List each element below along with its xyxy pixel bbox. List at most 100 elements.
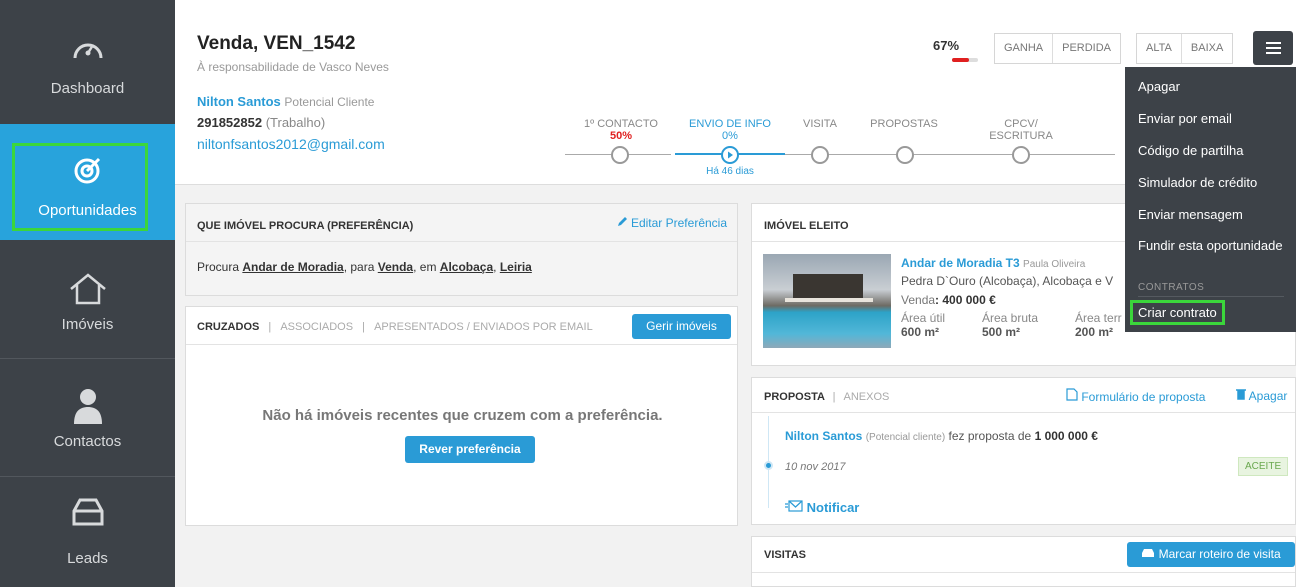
stage-step-1-contacto[interactable] bbox=[611, 146, 629, 164]
person-icon bbox=[73, 389, 102, 424]
highlight-box bbox=[12, 143, 148, 231]
highlight-box bbox=[1130, 300, 1225, 325]
sidebar-item-label: Contactos bbox=[53, 433, 122, 450]
property-name-row: Andar de Moradia T3 Paula Oliveira bbox=[901, 256, 1085, 270]
perdida-button[interactable]: PERDIDA bbox=[1052, 34, 1120, 63]
property-name-link[interactable]: Andar de Moradia T3 bbox=[901, 256, 1020, 270]
pdf-icon bbox=[1066, 388, 1078, 401]
manage-properties-button[interactable]: Gerir imóveis bbox=[632, 314, 731, 339]
stage-pct: 50% bbox=[609, 130, 633, 142]
elected-title: IMÓVEL ELEITO bbox=[764, 220, 849, 232]
photo-house-shape bbox=[793, 274, 863, 300]
envelope-icon bbox=[785, 500, 803, 512]
sidebar-item-contactos[interactable]: Contactos bbox=[0, 359, 175, 476]
photo-house-slab bbox=[785, 298, 873, 302]
proposal-date: 10 nov 2017 bbox=[785, 461, 846, 473]
sidebar-item-dashboard[interactable]: Dashboard bbox=[0, 0, 175, 122]
client-name-link[interactable]: Nilton Santos Potencial Cliente bbox=[197, 94, 374, 109]
client-name[interactable]: Nilton Santos bbox=[197, 94, 281, 109]
panel-header: PROPOSTA | ANEXOS Formulário de proposta… bbox=[752, 378, 1295, 413]
trash-icon bbox=[1236, 389, 1246, 400]
notify-link[interactable]: Notificar bbox=[785, 500, 859, 515]
menu-divider bbox=[1138, 296, 1284, 297]
stage-elapsed: Há 46 dias bbox=[706, 166, 754, 177]
preference-place-link[interactable]: Alcobaça bbox=[440, 260, 493, 274]
panel-header: QUE IMÓVEL PROCURA (PREFERÊNCIA) Editar … bbox=[186, 204, 737, 242]
inbox-icon bbox=[72, 498, 103, 526]
stage-step-envio-info[interactable] bbox=[721, 146, 739, 164]
empty-message: Não há imóveis recentes que cruzem com a… bbox=[262, 407, 663, 424]
visits-panel: VISITAS Marcar roteiro de visita bbox=[751, 536, 1296, 587]
probability-bar-fill bbox=[952, 58, 970, 62]
pipeline-line bbox=[785, 154, 1115, 155]
area-terreno-label: Área terr bbox=[1075, 311, 1122, 325]
tabs: CRUZADOS | ASSOCIADOS | APRESENTADOS / E… bbox=[197, 321, 593, 333]
edit-preference-link[interactable]: Editar Preferência bbox=[617, 216, 727, 230]
delete-proposal-link[interactable]: Apagar bbox=[1236, 388, 1287, 403]
pencil-icon bbox=[617, 217, 627, 226]
menu-item-simulador-credito[interactable]: Simulador de crédito bbox=[1138, 175, 1257, 190]
proposal-amount: 1 000 000 € bbox=[1034, 429, 1098, 443]
car-icon bbox=[1142, 549, 1155, 557]
tab-proposta[interactable]: PROPOSTA bbox=[764, 391, 825, 403]
sidebar-item-label: Dashboard bbox=[50, 80, 125, 97]
stage-step-propostas[interactable] bbox=[896, 146, 914, 164]
preference-text-part: , em bbox=[413, 260, 440, 274]
baixa-button[interactable]: BAIXA bbox=[1180, 34, 1232, 63]
hamburger-menu-button[interactable] bbox=[1253, 31, 1293, 65]
notify-label: Notificar bbox=[806, 500, 860, 515]
preference-panel: QUE IMÓVEL PROCURA (PREFERÊNCIA) Editar … bbox=[185, 203, 738, 296]
ganha-button[interactable]: GANHA bbox=[995, 34, 1052, 63]
phone-type: (Trabalho) bbox=[265, 115, 326, 130]
proposal-form-link[interactable]: Formulário de proposta bbox=[1066, 388, 1205, 404]
tab-anexos[interactable]: ANEXOS bbox=[844, 391, 890, 403]
client-email-link[interactable]: niltonfsantos2012@gmail.com bbox=[197, 136, 385, 152]
sidebar-item-imoveis[interactable]: Imóveis bbox=[0, 240, 175, 358]
panel-header: VISITAS Marcar roteiro de visita bbox=[752, 537, 1295, 573]
property-location: Pedra D`Ouro (Alcobaça), Alcobaça e V bbox=[901, 274, 1114, 288]
menu-item-enviar-mensagem[interactable]: Enviar mensagem bbox=[1138, 207, 1243, 222]
sidebar: Dashboard Oportunidades Imóveis Contacto… bbox=[0, 0, 175, 587]
preference-text: Procura Andar de Moradia, para Venda, em… bbox=[197, 260, 532, 274]
proposal-text: Nilton Santos (Potencial cliente) fez pr… bbox=[785, 429, 1098, 443]
tab-associados[interactable]: ASSOCIADOS bbox=[280, 321, 353, 333]
preference-place-link[interactable]: Leiria bbox=[500, 260, 532, 274]
proposal-client-link[interactable]: Nilton Santos bbox=[785, 429, 862, 443]
property-agent: Paula Oliveira bbox=[1023, 259, 1086, 270]
menu-item-enviar-email[interactable]: Enviar por email bbox=[1138, 111, 1232, 126]
schedule-visit-label: Marcar roteiro de visita bbox=[1158, 547, 1281, 561]
preference-type-link[interactable]: Andar de Moradia bbox=[242, 260, 343, 274]
menu-item-codigo-partilha[interactable]: Código de partilha bbox=[1138, 143, 1244, 158]
timeline-dot bbox=[764, 461, 773, 470]
schedule-visit-button[interactable]: Marcar roteiro de visita bbox=[1127, 542, 1295, 567]
visits-title: VISITAS bbox=[764, 549, 806, 561]
menu-item-fundir[interactable]: Fundir esta oportunidade bbox=[1138, 238, 1283, 253]
review-preference-button[interactable]: Rever preferência bbox=[405, 436, 535, 463]
probability-value: 67% bbox=[933, 38, 960, 53]
stage-label: 1º CONTACTO bbox=[584, 118, 658, 130]
property-price: Venda: 400 000 € bbox=[901, 293, 996, 307]
stage-step-cpcv[interactable] bbox=[1012, 146, 1030, 164]
status-badge: ACEITE bbox=[1238, 457, 1289, 476]
stage-label: CPCV/ ESCRITURA bbox=[989, 118, 1053, 142]
property-photo[interactable] bbox=[763, 254, 891, 348]
menu-item-apagar[interactable]: Apagar bbox=[1138, 79, 1180, 94]
tab-cruzados[interactable]: CRUZADOS bbox=[197, 321, 259, 333]
stage-step-visita[interactable] bbox=[811, 146, 829, 164]
proposal-form-label: Formulário de proposta bbox=[1081, 390, 1206, 404]
client-status: Potencial Cliente bbox=[284, 95, 375, 109]
preference-deal-link[interactable]: Venda bbox=[378, 260, 413, 274]
tab-apresentados[interactable]: APRESENTADOS / ENVIADOS POR EMAIL bbox=[374, 321, 593, 333]
sidebar-item-label: Leads bbox=[67, 550, 108, 567]
delete-proposal-label: Apagar bbox=[1248, 389, 1288, 403]
page-title: Venda, VEN_1542 bbox=[197, 33, 356, 54]
price-value: : 400 000 € bbox=[935, 293, 996, 307]
actions-dropdown-menu: Apagar Enviar por email Código de partil… bbox=[1125, 67, 1296, 332]
speedometer-icon bbox=[73, 43, 102, 59]
sidebar-item-label: Imóveis bbox=[61, 316, 114, 333]
menu-icon bbox=[1266, 42, 1281, 44]
probability-bar bbox=[952, 58, 978, 62]
alta-button[interactable]: ALTA bbox=[1137, 34, 1181, 63]
tab-separator: | bbox=[268, 321, 272, 333]
sidebar-item-leads[interactable]: Leads bbox=[0, 477, 175, 587]
